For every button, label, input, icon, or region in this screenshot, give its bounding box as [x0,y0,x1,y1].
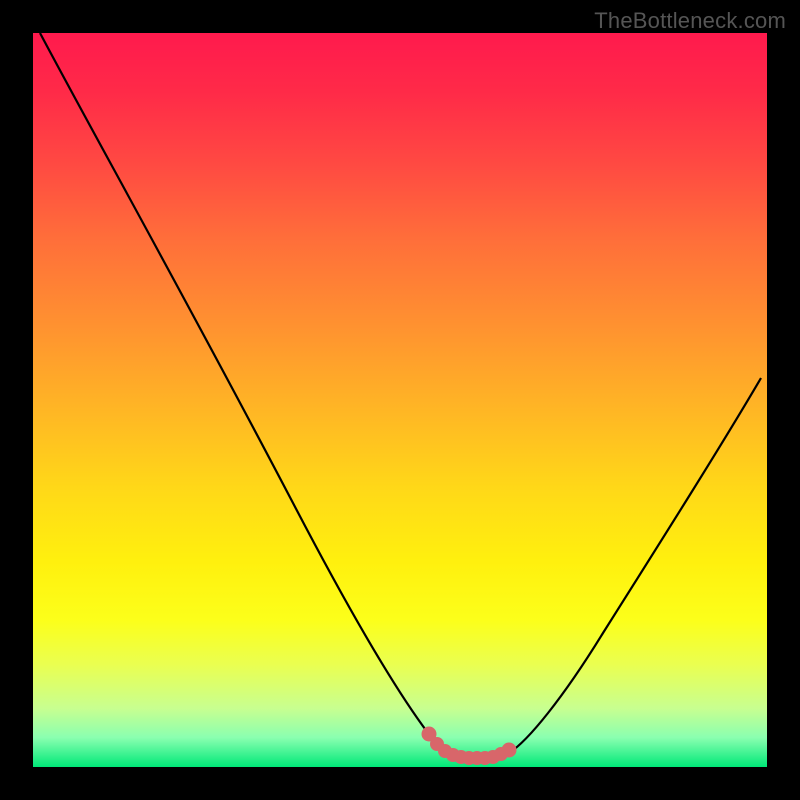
watermark-text: TheBottleneck.com [594,8,786,34]
plot-area [33,33,767,767]
minimum-marker-group [425,730,514,763]
main-curve-path [40,33,761,758]
chart-svg [33,33,767,767]
